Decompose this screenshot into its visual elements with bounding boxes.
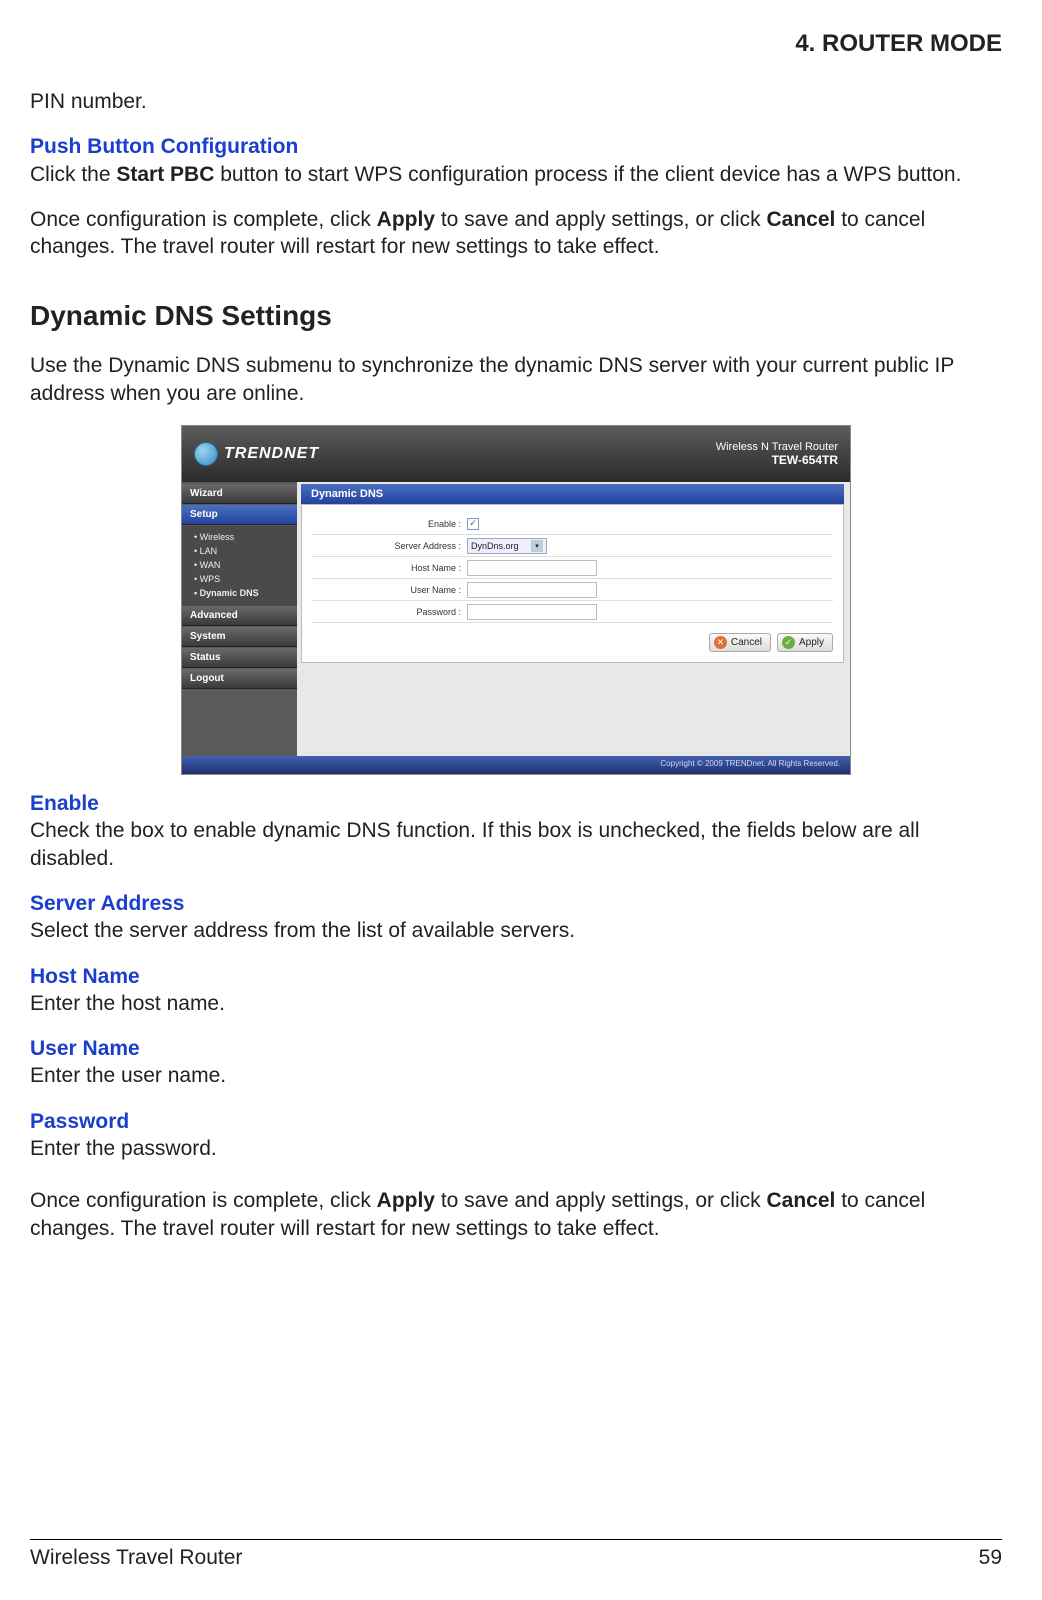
product-line: Wireless N Travel Router — [716, 441, 838, 453]
chapter-header: 4. ROUTER MODE — [30, 30, 1002, 58]
apply-note-1: Once configuration is complete, click Ap… — [30, 206, 1002, 261]
pbc-text-pre: Click the — [30, 163, 116, 186]
subnav-wireless[interactable]: Wireless — [182, 530, 297, 544]
router-ui-screenshot: TRENDNET Wireless N Travel Router TEW-65… — [181, 425, 851, 775]
ss-header: TRENDNET Wireless N Travel Router TEW-65… — [182, 426, 850, 482]
subnav-wps[interactable]: WPS — [182, 572, 297, 586]
nav-system[interactable]: System — [182, 627, 297, 647]
label-host: Host Name : — [312, 563, 467, 573]
apply2-pre: Once configuration is complete, click — [30, 1189, 377, 1212]
host-input[interactable] — [467, 560, 597, 576]
user-input[interactable] — [467, 582, 597, 598]
host-h: Host Name — [30, 965, 140, 988]
sidebar: Wizard Setup Wireless LAN WAN WPS Dynami… — [182, 482, 297, 756]
enable-section: Enable Check the box to enable dynamic D… — [30, 790, 1002, 872]
server-select[interactable]: DynDns.org ▾ — [467, 538, 547, 554]
subnav-ddns[interactable]: Dynamic DNS — [182, 586, 297, 600]
ss-copyright: Copyright © 2009 TRENDnet. All Rights Re… — [182, 756, 850, 774]
label-user: User Name : — [312, 585, 467, 595]
nav-advanced[interactable]: Advanced — [182, 606, 297, 626]
user-section: User Name Enter the user name. — [30, 1035, 1002, 1090]
cancel-label: Cancel — [731, 637, 762, 648]
apply1-b2: Cancel — [767, 208, 836, 231]
setup-submenu: Wireless LAN WAN WPS Dynamic DNS — [182, 526, 297, 606]
page-footer: Wireless Travel Router 59 — [30, 1539, 1002, 1570]
footer-title: Wireless Travel Router — [30, 1546, 242, 1570]
ddns-heading: Dynamic DNS Settings — [30, 300, 1002, 332]
pass-section: Password Enter the password. — [30, 1108, 1002, 1163]
panel-title: Dynamic DNS — [301, 484, 844, 504]
ddns-intro: Use the Dynamic DNS submenu to synchroni… — [30, 352, 1002, 407]
cancel-button[interactable]: ✕ Cancel — [709, 633, 771, 652]
label-server: Server Address : — [312, 541, 467, 551]
apply-label: Apply — [799, 637, 824, 648]
subnav-wan[interactable]: WAN — [182, 558, 297, 572]
nav-logout[interactable]: Logout — [182, 669, 297, 689]
apply1-b1: Apply — [377, 208, 435, 231]
enable-checkbox[interactable]: ✓ — [467, 518, 479, 530]
nav-setup[interactable]: Setup — [182, 505, 297, 525]
main-panel: Dynamic DNS Enable : ✓ Server Address : … — [297, 482, 850, 756]
page-number: 59 — [979, 1546, 1002, 1570]
globe-icon — [194, 442, 218, 466]
apply-note-2: Once configuration is complete, click Ap… — [30, 1187, 1002, 1242]
brand-text: TRENDNET — [224, 445, 319, 463]
pbc-heading: Push Button Configuration — [30, 135, 298, 158]
server-section: Server Address Select the server address… — [30, 890, 1002, 945]
server-value: DynDns.org — [471, 541, 519, 551]
host-section: Host Name Enter the host name. — [30, 963, 1002, 1018]
apply1-pre: Once configuration is complete, click — [30, 208, 377, 231]
apply2-b1: Apply — [377, 1189, 435, 1212]
check-icon: ✓ — [782, 636, 795, 649]
pin-continuation: PIN number. — [30, 88, 1002, 115]
pbc-bold: Start PBC — [116, 163, 214, 186]
enable-h: Enable — [30, 792, 99, 815]
user-h: User Name — [30, 1037, 140, 1060]
host-t: Enter the host name. — [30, 992, 225, 1015]
pbc-text-post: button to start WPS configuration proces… — [214, 163, 961, 186]
label-pass: Password : — [312, 607, 467, 617]
label-enable: Enable : — [312, 519, 467, 529]
user-t: Enter the user name. — [30, 1064, 226, 1087]
pbc-section: Push Button Configuration Click the Star… — [30, 133, 1002, 188]
apply-button[interactable]: ✓ Apply — [777, 633, 833, 652]
pass-h: Password — [30, 1110, 129, 1133]
apply1-mid: to save and apply settings, or click — [435, 208, 767, 231]
product-model: TEW-654TR — [716, 454, 838, 467]
pass-t: Enter the password. — [30, 1137, 217, 1160]
subnav-lan[interactable]: LAN — [182, 544, 297, 558]
product-label: Wireless N Travel Router TEW-654TR — [716, 441, 838, 466]
brand-logo: TRENDNET — [194, 442, 319, 466]
pass-input[interactable] — [467, 604, 597, 620]
ddns-form: Enable : ✓ Server Address : DynDns.org ▾ — [301, 504, 844, 663]
nav-wizard[interactable]: Wizard — [182, 484, 297, 504]
server-h: Server Address — [30, 892, 184, 915]
enable-t: Check the box to enable dynamic DNS func… — [30, 819, 920, 869]
x-icon: ✕ — [714, 636, 727, 649]
apply2-mid: to save and apply settings, or click — [435, 1189, 767, 1212]
server-t: Select the server address from the list … — [30, 919, 575, 942]
chevron-down-icon: ▾ — [531, 540, 543, 552]
apply2-b2: Cancel — [767, 1189, 836, 1212]
nav-status[interactable]: Status — [182, 648, 297, 668]
